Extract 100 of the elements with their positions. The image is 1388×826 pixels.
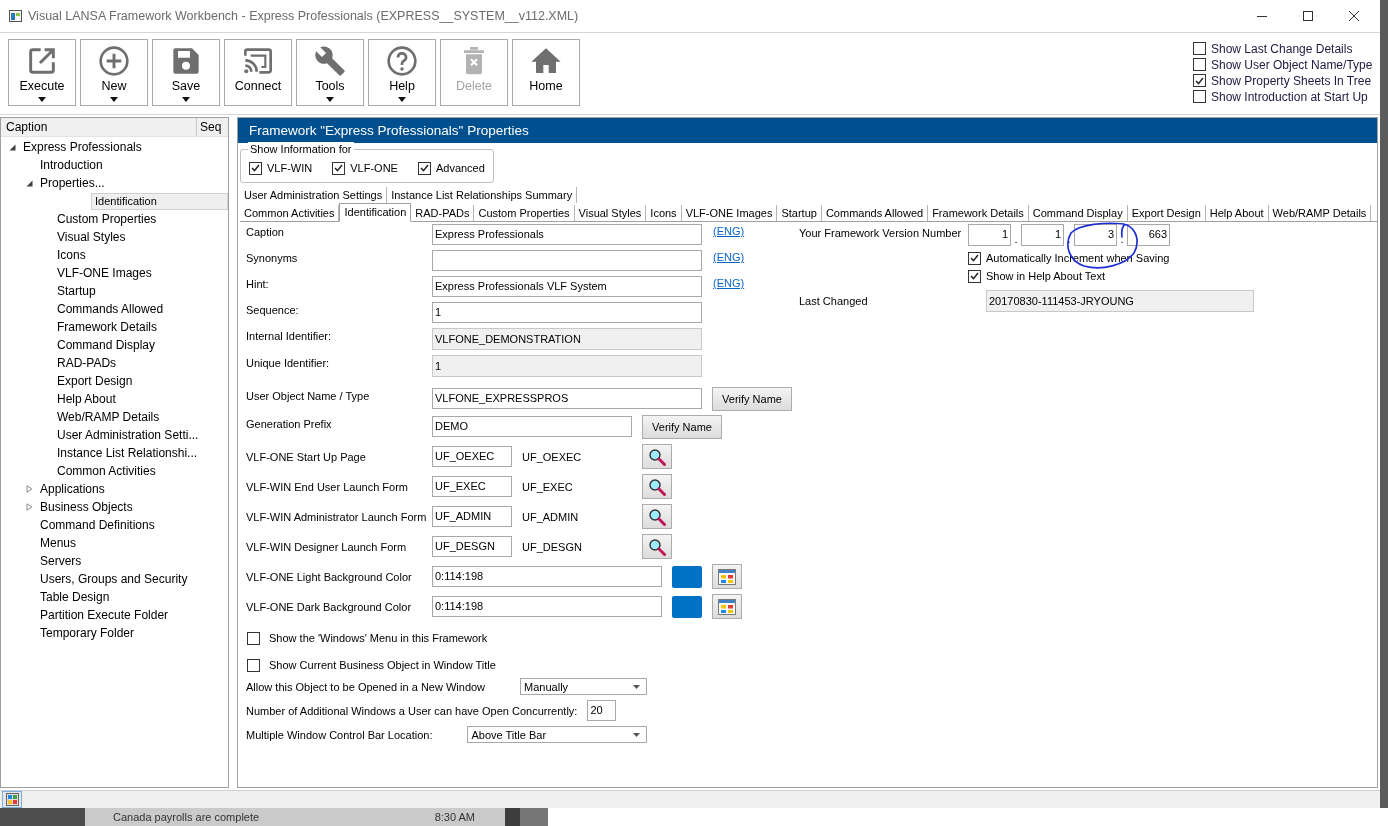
- language-link[interactable]: (ENG): [713, 224, 745, 238]
- tree-item[interactable]: Table Design: [37, 588, 228, 606]
- tree-item[interactable]: Commands Allowed: [54, 300, 228, 318]
- checkbox[interactable]: [249, 161, 262, 175]
- text-field[interactable]: Express Professionals: [432, 224, 702, 245]
- toolbar-button[interactable]: Home: [512, 39, 580, 106]
- collapsed-triangle-icon[interactable]: [26, 503, 33, 511]
- status-button[interactable]: [2, 791, 22, 808]
- text-field[interactable]: [432, 250, 702, 271]
- checkbox[interactable]: [968, 251, 981, 265]
- toolbar-button[interactable]: Save: [152, 39, 220, 106]
- checkbox[interactable]: [1193, 58, 1206, 71]
- resolved-name: UF_OEXEC: [522, 450, 583, 463]
- tree-item[interactable]: Command Display: [54, 336, 228, 354]
- text-field[interactable]: VLFONE_EXPRESSPROS: [432, 388, 702, 409]
- checkbox[interactable]: [247, 631, 260, 645]
- tree-item[interactable]: Temporary Folder: [37, 624, 228, 642]
- tree-item[interactable]: User Administration Setti...: [54, 426, 228, 444]
- text-field[interactable]: UF_EXEC: [432, 476, 512, 497]
- tree-item[interactable]: Custom Properties: [54, 210, 228, 228]
- version-separator: .: [1013, 233, 1019, 246]
- tree-item[interactable]: VLF-ONE Images: [54, 264, 228, 282]
- checkbox-label: VLF-WIN: [267, 162, 313, 174]
- verify-button[interactable]: Verify Name: [642, 415, 722, 439]
- tree-item[interactable]: Icons: [54, 246, 228, 264]
- version-field[interactable]: 1: [968, 224, 1011, 246]
- checkbox[interactable]: [417, 161, 431, 175]
- checkbox[interactable]: [332, 161, 346, 175]
- text-field[interactable]: UF_ADMIN: [432, 506, 512, 527]
- search-button[interactable]: [642, 474, 672, 499]
- language-link[interactable]: (ENG): [713, 250, 745, 264]
- toolbar-button[interactable]: Connect: [224, 39, 292, 106]
- checkbox[interactable]: [1193, 90, 1206, 103]
- field-label: Hint:: [246, 277, 270, 291]
- expanded-triangle-icon[interactable]: [26, 179, 33, 187]
- text-field[interactable]: 20170830-111453-JRYOUNG: [986, 290, 1254, 312]
- expanded-triangle-icon[interactable]: [9, 143, 16, 151]
- dropdown-caret-icon: [633, 732, 640, 737]
- tab[interactable]: Identification: [339, 203, 412, 222]
- tree-item[interactable]: Startup: [54, 282, 228, 300]
- cast-icon: [242, 45, 274, 77]
- checkbox[interactable]: [968, 269, 981, 283]
- tree-item[interactable]: Servers: [37, 552, 228, 570]
- color-picker-button[interactable]: [712, 564, 742, 589]
- toolbar-button[interactable]: Execute: [8, 39, 76, 106]
- text-field[interactable]: 1: [432, 302, 702, 323]
- tree-item[interactable]: Export Design: [54, 372, 228, 390]
- tree-item[interactable]: Properties...: [37, 174, 228, 192]
- checkbox[interactable]: [1193, 74, 1206, 87]
- tree-item[interactable]: Command Definitions: [37, 516, 228, 534]
- text-field[interactable]: Express Professionals VLF System: [432, 276, 702, 297]
- tree-item[interactable]: Instance List Relationshi...: [54, 444, 228, 462]
- tree-item[interactable]: Web/RAMP Details: [54, 408, 228, 426]
- checkbox[interactable]: [247, 658, 260, 672]
- tree-item[interactable]: Business Objects: [37, 498, 228, 516]
- toolbar-button[interactable]: Tools: [296, 39, 364, 106]
- panel-header: Framework "Express Professionals" Properties: [238, 118, 1377, 143]
- version-field[interactable]: 3: [1074, 224, 1117, 246]
- text-field[interactable]: 0:114:198: [432, 596, 662, 617]
- checkbox[interactable]: [1193, 42, 1206, 55]
- close-icon[interactable]: [1349, 11, 1359, 21]
- toolbar-button[interactable]: Help: [368, 39, 436, 106]
- column-header[interactable]: Seq: [196, 118, 228, 136]
- version-separator: .: [1119, 233, 1125, 246]
- search-button[interactable]: [642, 504, 672, 529]
- number-field[interactable]: 20: [587, 700, 617, 721]
- text-field[interactable]: UF_OEXEC: [432, 446, 512, 467]
- text-field[interactable]: 0:114:198: [432, 566, 662, 587]
- checkmark-icon: [251, 164, 260, 172]
- version-field[interactable]: 1: [1021, 224, 1064, 246]
- tree-item[interactable]: RAD-PADs: [54, 354, 228, 372]
- text-field[interactable]: UF_DESGN: [432, 536, 512, 557]
- language-link[interactable]: (ENG): [713, 276, 745, 290]
- search-button[interactable]: [642, 534, 672, 559]
- version-field[interactable]: 663: [1127, 224, 1170, 246]
- color-picker-button[interactable]: [712, 594, 742, 619]
- color-tiles-icon: [5, 793, 19, 806]
- tree-item[interactable]: Users, Groups and Security: [37, 570, 228, 588]
- checkbox-label: Show in Help About Text: [986, 270, 1106, 282]
- tree-item[interactable]: Menus: [37, 534, 228, 552]
- column-header[interactable]: Caption: [1, 118, 196, 136]
- tree-item[interactable]: Help About: [54, 390, 228, 408]
- tree-item[interactable]: Express Professionals: [20, 138, 228, 156]
- dropdown[interactable]: Manually: [520, 678, 647, 695]
- collapsed-triangle-icon[interactable]: [26, 485, 33, 493]
- verify-button[interactable]: Verify Name: [712, 387, 792, 411]
- tree-item[interactable]: Applications: [37, 480, 228, 498]
- checkbox-label: Show Introduction at Start Up: [1211, 89, 1368, 104]
- tree-item[interactable]: Partition Execute Folder: [37, 606, 228, 624]
- tree-item[interactable]: Common Activities: [54, 462, 228, 480]
- search-button[interactable]: [642, 444, 672, 469]
- field-label: VLF-ONE Dark Background Color: [246, 599, 413, 614]
- tree-item[interactable]: Identification: [91, 192, 228, 210]
- maximize-icon[interactable]: [1303, 11, 1313, 21]
- toolbar-button[interactable]: New: [80, 39, 148, 106]
- tree-item[interactable]: Introduction: [37, 156, 228, 174]
- tree-item[interactable]: Framework Details: [54, 318, 228, 336]
- dropdown[interactable]: Above Title Bar: [467, 726, 647, 743]
- text-field[interactable]: DEMO: [432, 416, 632, 437]
- tree-item[interactable]: Visual Styles: [54, 228, 228, 246]
